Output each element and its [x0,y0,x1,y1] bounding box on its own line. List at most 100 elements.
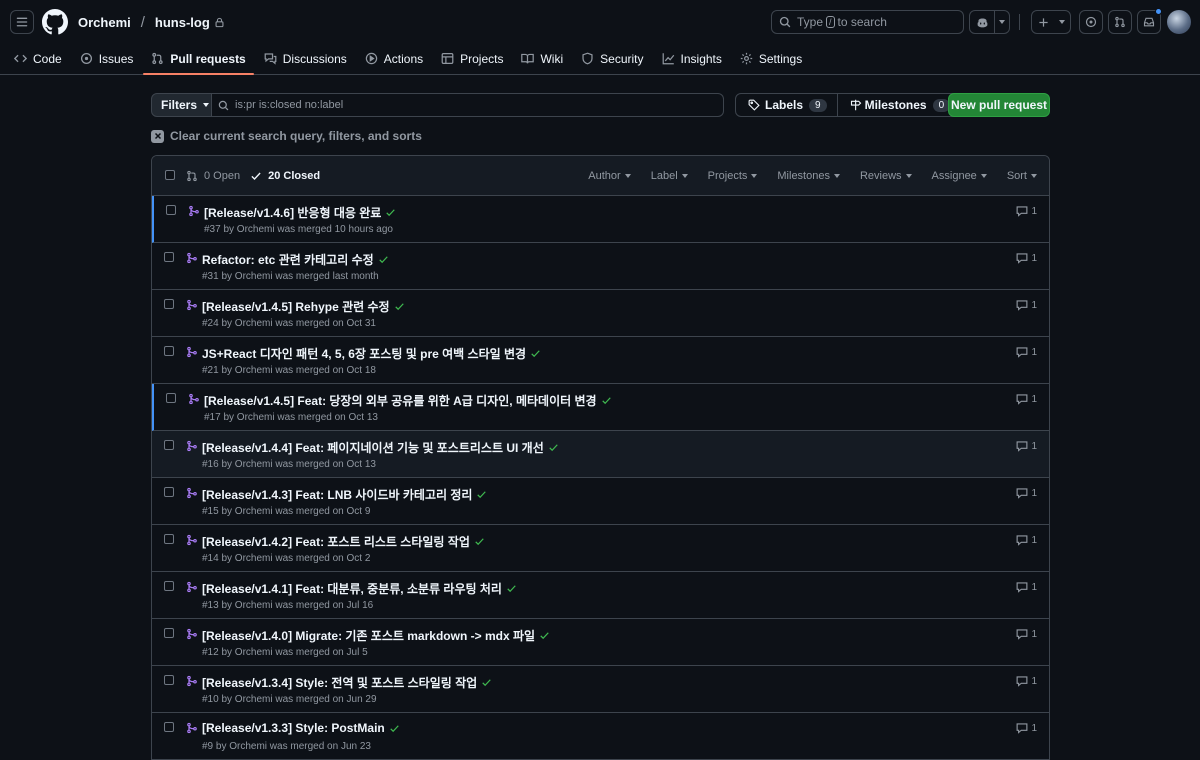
owner-link[interactable]: Orchemi [78,15,131,30]
table-row[interactable]: [Release/v1.4.1] Feat: 대분류, 중분류, 소분류 라우팅… [152,572,1049,619]
table-row[interactable]: [Release/v1.4.4] Feat: 페이지네이션 기능 및 포스트리스… [152,431,1049,478]
create-new-split-button[interactable] [1031,10,1071,34]
row-checkbox[interactable] [164,675,174,685]
clear-filters-label: Clear current search query, filters, and… [170,129,422,143]
tab-issues[interactable]: Issues [72,43,142,74]
tab-security[interactable]: Security [573,43,651,74]
global-search-input[interactable]: Type / to search [771,10,964,34]
assignee-filter[interactable]: Assignee [932,170,987,182]
create-new-button[interactable] [1032,11,1054,33]
pr-title-link[interactable]: [Release/v1.4.4] Feat: 페이지네이션 기능 및 포스트리스… [202,439,559,456]
pr-title-link[interactable]: [Release/v1.3.3] Style: PostMain [202,721,400,735]
comments-link[interactable]: 1 [1016,299,1037,311]
row-checkbox[interactable] [164,487,174,497]
repo-link[interactable]: huns-log [155,15,210,30]
copilot-split-button[interactable] [969,10,1010,34]
row-checkbox[interactable] [164,628,174,638]
check-icon [540,632,549,640]
milestones-button[interactable]: Milestones 0 [836,94,961,116]
filter-label: Reviews [859,169,902,182]
projects-filter[interactable]: Projects [708,170,758,182]
merged-pr-icon [189,393,199,405]
comments-link[interactable]: 1 [1016,487,1037,499]
pr-title: [Release/v1.4.2] Feat: 포스트 리스트 스타일링 작업 [202,535,470,549]
comments-link[interactable]: 1 [1016,346,1037,358]
pr-title-link[interactable]: JS+React 디자인 패턴 4, 5, 6장 포스팅 및 pre 여백 스타… [202,345,541,362]
row-checkbox[interactable] [166,393,176,403]
table-row[interactable]: [Release/v1.3.4] Style: 전역 및 포스트 스타일링 작업… [152,666,1049,713]
notification-dot [1155,8,1162,15]
pr-title-link[interactable]: Refactor: etc 관련 카테고리 수정 [202,251,389,268]
pr-title-link[interactable]: [Release/v1.3.4] Style: 전역 및 포스트 스타일링 작업 [202,674,492,691]
tab-insights[interactable]: Insights [654,43,730,74]
label-filter[interactable]: Label [651,170,688,182]
pr-meta: #24 by Orchemi was merged on Oct 31 [202,318,376,329]
comments-link[interactable]: 1 [1016,440,1037,452]
row-checkbox[interactable] [164,299,174,309]
comments-link[interactable]: 1 [1016,675,1037,687]
table-row[interactable]: JS+React 디자인 패턴 4, 5, 6장 포스팅 및 pre 여백 스타… [152,337,1049,384]
row-checkbox[interactable] [164,440,174,450]
copilot-button[interactable] [970,11,994,33]
pr-title-link[interactable]: [Release/v1.4.0] Migrate: 기존 포스트 markdow… [202,627,550,644]
select-all-checkbox[interactable] [165,170,175,180]
github-logo-icon[interactable] [42,9,68,35]
row-checkbox[interactable] [164,581,174,591]
table-row[interactable]: [Release/v1.4.6] 반응형 대응 완료 #37 by Orchem… [152,196,1049,243]
table-row[interactable]: [Release/v1.4.5] Rehype 관련 수정 #24 by Orc… [152,290,1049,337]
pr-title-link[interactable]: [Release/v1.4.5] Rehype 관련 수정 [202,298,405,315]
table-row[interactable]: [Release/v1.3.3] Style: PostMain #9 by O… [152,713,1049,760]
comments-link[interactable]: 1 [1016,393,1037,405]
row-checkbox[interactable] [166,205,176,215]
tab-actions[interactable]: Actions [357,43,431,74]
row-checkbox[interactable] [164,346,174,356]
pr-title-link[interactable]: [Release/v1.4.1] Feat: 대분류, 중분류, 소분류 라우팅… [202,580,517,597]
row-checkbox[interactable] [164,252,174,262]
table-row[interactable]: [Release/v1.4.2] Feat: 포스트 리스트 스타일링 작업 #… [152,525,1049,572]
comments-link[interactable]: 1 [1016,534,1037,546]
pr-title-link[interactable]: [Release/v1.4.2] Feat: 포스트 리스트 스타일링 작업 [202,533,485,550]
comments-link[interactable]: 1 [1016,628,1037,640]
comments-link[interactable]: 1 [1016,722,1037,734]
create-new-dropdown[interactable] [1054,11,1070,33]
tab-discussions[interactable]: Discussions [256,43,355,74]
comments-link[interactable]: 1 [1016,205,1037,217]
table-row[interactable]: [Release/v1.4.5] Feat: 당장의 외부 공유를 위한 A급 … [152,384,1049,431]
sort-filter[interactable]: Sort [1007,170,1037,182]
open-filter-link[interactable]: 0 Open [186,170,240,182]
closed-filter-link[interactable]: 20 Closed [250,170,320,182]
issues-button[interactable] [1079,10,1103,34]
filters-dropdown-button[interactable]: Filters [151,93,212,117]
tab-wiki[interactable]: Wiki [513,43,571,74]
comments-link[interactable]: 1 [1016,252,1037,264]
table-row[interactable]: [Release/v1.4.3] Feat: LNB 사이드바 카테고리 정리 … [152,478,1049,525]
search-input[interactable]: is:pr is:closed no:label [212,93,724,117]
filter-label: Sort [1006,169,1027,182]
chevron-down-icon [1059,20,1065,24]
row-checkbox[interactable] [164,534,174,544]
copilot-dropdown-button[interactable] [995,11,1009,33]
hamburger-menu-button[interactable] [10,10,34,34]
reviews-filter[interactable]: Reviews [860,170,912,182]
gear-icon [740,52,753,65]
labels-button[interactable]: Labels 9 [736,94,837,116]
row-checkbox[interactable] [164,722,174,732]
author-filter[interactable]: Author [588,170,631,182]
comment-count: 1 [1031,252,1037,264]
avatar[interactable] [1167,10,1191,34]
filter-label: Projects [707,169,748,182]
comments-link[interactable]: 1 [1016,581,1037,593]
pr-title-link[interactable]: [Release/v1.4.5] Feat: 당장의 외부 공유를 위한 A급 … [204,392,612,409]
table-row[interactable]: [Release/v1.4.0] Migrate: 기존 포스트 markdow… [152,619,1049,666]
clear-filters-link[interactable]: Clear current search query, filters, and… [151,129,422,143]
tab-pull-requests[interactable]: Pull requests [143,43,255,75]
pr-title-link[interactable]: [Release/v1.4.3] Feat: LNB 사이드바 카테고리 정리 [202,486,487,503]
milestones-filter[interactable]: Milestones [777,170,840,182]
pull-requests-button[interactable] [1108,10,1132,34]
new-pull-request-button[interactable]: New pull request [948,93,1050,117]
tab-code[interactable]: Code [14,43,70,74]
tab-projects[interactable]: Projects [433,43,511,74]
table-row[interactable]: Refactor: etc 관련 카테고리 수정 #31 by Orchemi … [152,243,1049,290]
tab-settings[interactable]: Settings [732,43,810,74]
pr-title-link[interactable]: [Release/v1.4.6] 반응형 대응 완료 [204,204,396,221]
